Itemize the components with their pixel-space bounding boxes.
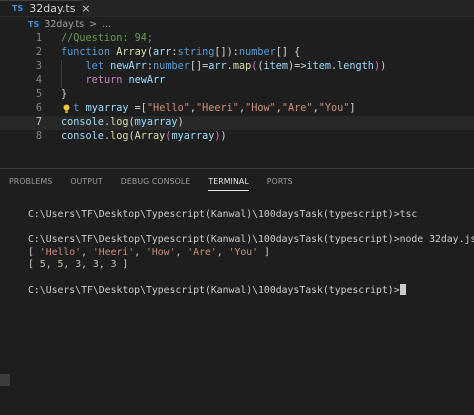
breadcrumb-file[interactable]: 32day.ts [44,19,84,30]
tab-debug-console[interactable]: DEBUG CONSOLE [112,169,200,195]
code-line[interactable]: 7 console.log(myarray) [0,116,474,130]
code-text: } [61,89,68,100]
terminal-line: C:\Users\TF\Desktop\Typescript(Kanwal)\1… [28,234,474,245]
code-line[interactable]: 8 console.log(Array(myarray)) [0,130,474,144]
tab-ports[interactable]: PORTS [258,169,302,195]
close-icon[interactable]: × [81,2,90,15]
tab-problems[interactable]: PROBLEMS [0,169,61,195]
editor-tab-bar: TS 32day.ts × [0,0,474,17]
code-text: console.log(myarray) [61,117,184,128]
breadcrumb-more[interactable]: ... [102,19,111,30]
line-number: 7 [35,117,42,128]
terminal-line: C:\Users\TF\Desktop\Typescript(Kanwal)\1… [28,284,470,297]
code-text: console.log(Array(myarray)) [61,131,227,142]
tab-output[interactable]: OUTPUT [61,169,111,195]
tab-label: 32day.ts [29,2,76,15]
line-number: 6 [35,103,42,114]
code-text: function Array(arr:string[]):number[] { [61,47,301,58]
line-number: 5 [35,89,42,100]
terminal-line: C:\Users\TF\Desktop\Typescript(Kanwal)\1… [28,209,418,220]
code-text: let newArr:number[]=arr.map((item)=>item… [85,61,387,72]
code-text: t myarray =["Hello","Heeri","How","Are",… [73,103,356,114]
code-line[interactable]: 3 let newArr:number[]=arr.map((item)=>it… [0,60,474,74]
line-number: 4 [35,75,42,86]
line-number: 2 [35,47,42,58]
chevron-right-icon: > [89,18,98,30]
terminal-cursor [399,284,406,295]
typescript-file-icon: TS [12,4,24,13]
code-text: //Question: 94; [61,33,154,44]
line-number: 3 [35,61,42,72]
code-text: return newArr [85,75,166,86]
typescript-file-icon: TS [28,19,40,29]
code-line[interactable]: 4 return newArr [0,74,474,88]
scrollbar[interactable] [0,374,10,386]
terminal-line: [ 5, 5, 3, 3, 3 ] [28,259,129,270]
indent-guide [61,60,62,88]
code-line[interactable]: 1 //Question: 94; [0,32,474,46]
code-line[interactable]: 5} [0,88,474,102]
panel-tabs: PROBLEMS OUTPUT DEBUG CONSOLE TERMINAL PORTS [0,169,474,195]
line-number: 8 [35,131,42,142]
terminal-output[interactable]: C:\Users\TF\Desktop\Typescript(Kanwal)\1… [28,209,474,297]
tab-32day-ts[interactable]: TS 32day.ts × [0,0,91,16]
terminal-line: [ 'Hello', 'Heeri', 'How', 'Are', 'You' … [28,246,270,258]
code-line[interactable]: 2 function Array(arr:string[]):number[] { [0,46,474,60]
breadcrumb: TS 32day.ts > ... [0,17,474,31]
lightbulb-icon[interactable] [63,104,70,114]
code-editor[interactable]: 1 //Question: 94; 2 function Array(arr:stri… [0,32,474,164]
line-number: 1 [35,33,42,44]
code-line[interactable]: 6 t myarray =["Hello","Heeri","How","Are… [0,102,474,116]
bottom-panel: PROBLEMS OUTPUT DEBUG CONSOLE TERMINAL PORTS… [0,168,474,415]
tab-terminal[interactable]: TERMINAL [199,169,257,195]
